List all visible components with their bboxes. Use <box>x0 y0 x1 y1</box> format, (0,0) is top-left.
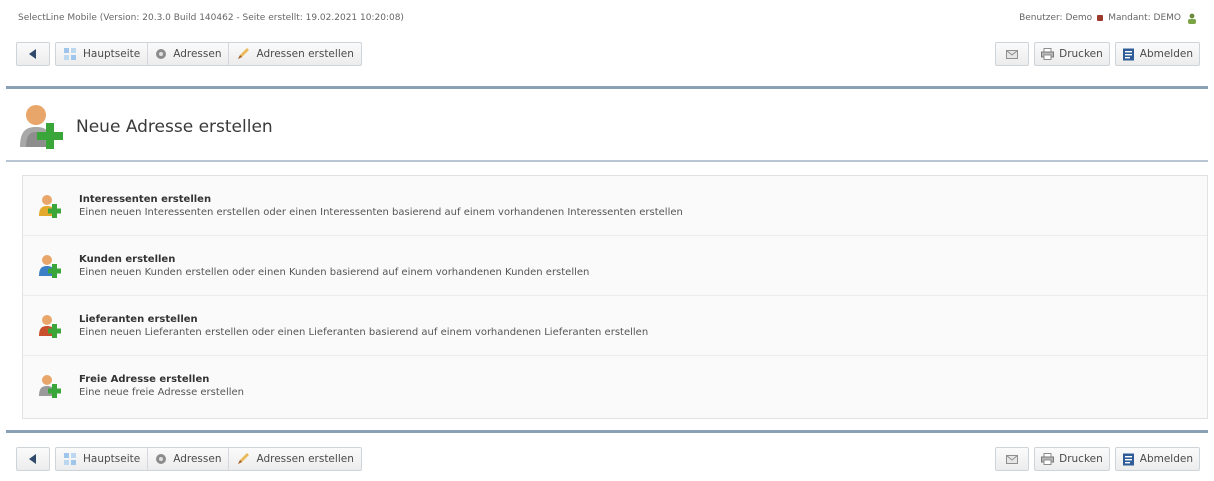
item-text: Kunden erstellen Einen neuen Kunden erst… <box>79 254 589 278</box>
separator-top <box>6 86 1208 89</box>
print-label: Drucken <box>1059 48 1103 60</box>
crumb-create-label: Adressen erstellen <box>256 453 354 465</box>
tenant-icon <box>1186 13 1198 24</box>
logout-icon <box>1122 453 1135 466</box>
mail-icon <box>1006 49 1019 59</box>
app-info: SelectLine Mobile (Version: 20.3.0 Build… <box>18 13 404 23</box>
crumb-home-label: Hauptseite <box>83 48 141 60</box>
crumb-create-addresses[interactable]: Adressen erstellen <box>229 43 360 65</box>
printer-icon <box>1041 453 1055 465</box>
header-rule <box>6 160 1208 162</box>
crumb-create-addresses[interactable]: Adressen erstellen <box>229 448 360 470</box>
printer-icon <box>1041 48 1055 60</box>
supplier-user-icon <box>37 313 63 339</box>
user-label: Benutzer: Demo <box>1019 13 1093 23</box>
logout-icon <box>1122 48 1135 61</box>
item-text: Freie Adresse erstellen Eine neue freie … <box>79 374 244 398</box>
list-item-customers[interactable]: Kunden erstellen Einen neuen Kunden erst… <box>23 236 1207 296</box>
back-button[interactable] <box>16 42 50 66</box>
toolbar-top: Hauptseite Adressen Adressen erstellen D… <box>6 36 1208 72</box>
page-header: Neue Adresse erstellen <box>6 95 1208 158</box>
separator-bottom <box>6 430 1208 433</box>
session-info: Benutzer: Demo Mandant: DEMO <box>1019 13 1198 24</box>
arrow-left-icon <box>29 49 37 59</box>
print-button[interactable]: Drucken <box>1034 447 1110 471</box>
item-description: Einen neuen Lieferanten erstellen oder e… <box>79 326 649 338</box>
home-icon <box>63 47 77 61</box>
nav-group: Hauptseite Adressen Adressen erstellen <box>16 447 362 471</box>
pencil-icon <box>236 452 250 466</box>
crumb-addresses-label: Adressen <box>173 453 222 465</box>
item-description: Einen neuen Interessenten erstellen oder… <box>79 206 683 218</box>
crumb-addresses[interactable]: Adressen <box>148 43 230 65</box>
action-group: Drucken Abmelden <box>995 42 1200 66</box>
add-user-icon <box>16 101 64 153</box>
info-line: SelectLine Mobile (Version: 20.3.0 Build… <box>6 0 1208 36</box>
item-title: Freie Adresse erstellen <box>79 374 210 385</box>
mail-icon <box>1006 454 1019 464</box>
item-title: Lieferanten erstellen <box>79 313 198 325</box>
logout-button[interactable]: Abmelden <box>1114 447 1200 471</box>
list-item-suppliers[interactable]: Lieferanten erstellen Einen neuen Liefer… <box>23 296 1207 356</box>
addresses-icon <box>155 453 167 465</box>
crumb-create-label: Adressen erstellen <box>256 48 354 60</box>
print-button[interactable]: Drucken <box>1034 42 1110 66</box>
back-button[interactable] <box>16 447 50 471</box>
item-text: Interessenten erstellen Einen neuen Inte… <box>79 194 683 218</box>
mail-button[interactable] <box>995 447 1030 471</box>
top-bar: SelectLine Mobile (Version: 20.3.0 Build… <box>6 0 1208 90</box>
arrow-left-icon <box>29 454 37 464</box>
breadcrumb: Hauptseite Adressen Adressen erstellen <box>55 447 362 471</box>
nav-group: Hauptseite Adressen Adressen erstellen <box>16 42 362 66</box>
page-title: Neue Adresse erstellen <box>76 116 273 137</box>
customer-user-icon <box>37 253 63 279</box>
mail-button[interactable] <box>995 42 1030 66</box>
crumb-addresses[interactable]: Adressen <box>148 448 230 470</box>
action-group: Drucken Abmelden <box>995 447 1200 471</box>
crumb-home[interactable]: Hauptseite <box>56 448 149 470</box>
print-label: Drucken <box>1059 453 1103 465</box>
item-title: Interessenten erstellen <box>79 193 212 205</box>
logout-label: Abmelden <box>1139 48 1193 60</box>
home-icon <box>63 452 77 466</box>
logout-label: Abmelden <box>1139 453 1193 465</box>
list-item-free-address[interactable]: Freie Adresse erstellen Eine neue freie … <box>23 356 1207 416</box>
breadcrumb: Hauptseite Adressen Adressen erstellen <box>55 42 362 66</box>
item-description: Einen neuen Kunden erstellen oder einen … <box>79 266 590 278</box>
create-options-list: Interessenten erstellen Einen neuen Inte… <box>22 175 1208 419</box>
toolbar-bottom: Hauptseite Adressen Adressen erstellen D… <box>6 441 1208 477</box>
addresses-icon <box>155 48 167 60</box>
item-text: Lieferanten erstellen Einen neuen Liefer… <box>79 314 648 338</box>
pencil-icon <box>236 47 250 61</box>
user-icon <box>1097 15 1104 21</box>
crumb-addresses-label: Adressen <box>173 48 222 60</box>
list-item-prospects[interactable]: Interessenten erstellen Einen neuen Inte… <box>23 176 1207 236</box>
logout-button[interactable]: Abmelden <box>1114 42 1200 66</box>
item-title: Kunden erstellen <box>79 253 176 265</box>
crumb-home-label: Hauptseite <box>83 453 141 465</box>
crumb-home[interactable]: Hauptseite <box>56 43 149 65</box>
prospect-user-icon <box>37 193 63 219</box>
tenant-label: Mandant: DEMO <box>1108 13 1181 23</box>
item-description: Eine neue freie Adresse erstellen <box>79 387 244 398</box>
free-address-user-icon <box>37 373 63 399</box>
